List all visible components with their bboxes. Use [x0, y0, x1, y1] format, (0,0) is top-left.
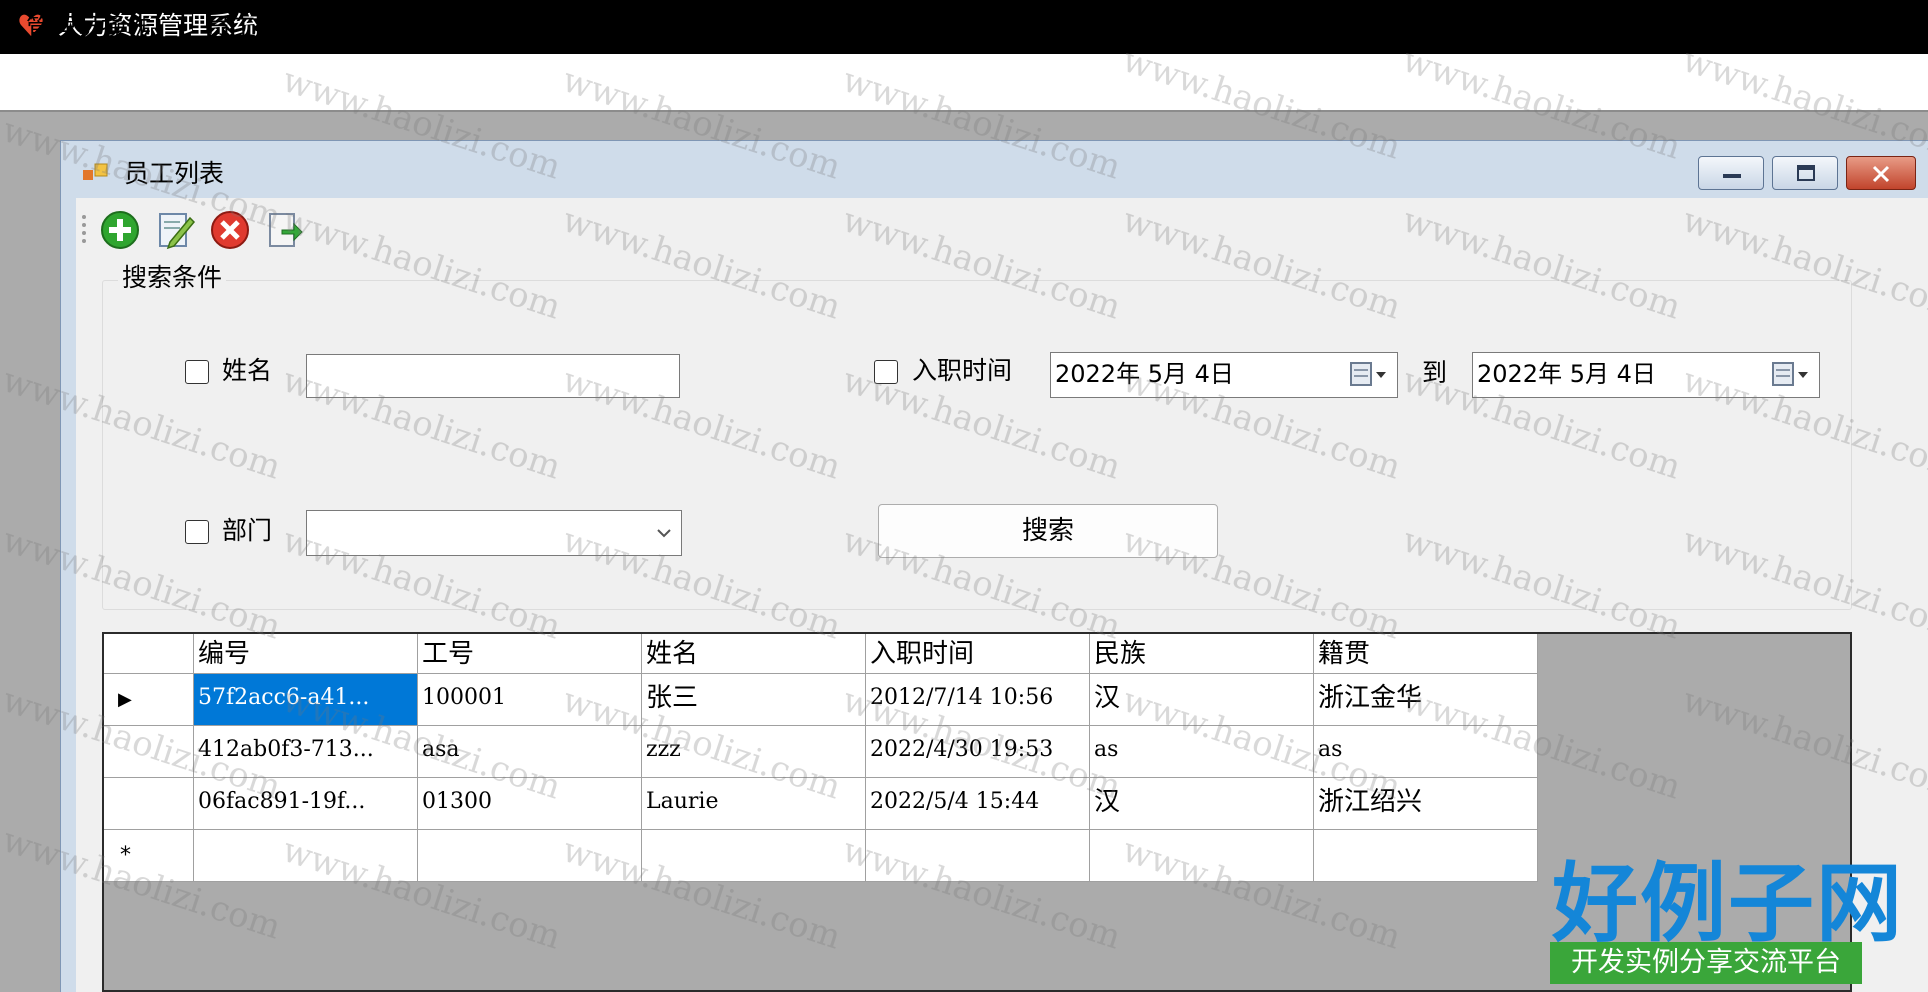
column-header-id[interactable]: 编号	[194, 634, 418, 674]
grid-cell-new[interactable]	[194, 830, 418, 882]
grid-cell-name[interactable]: 张三	[642, 674, 866, 726]
grid-cell-hometown[interactable]: 浙江金华	[1314, 674, 1538, 726]
grid-cell-hire-date[interactable]: 2022/5/4 15:44	[866, 778, 1090, 830]
grid-cell-ethnicity[interactable]: 汉	[1090, 778, 1314, 830]
menu-payroll[interactable]: 工资单管理	[358, 0, 483, 56]
menu-admin-ops[interactable]: 管理员操作	[26, 0, 151, 56]
row-header[interactable]	[104, 726, 194, 778]
watermark-logo-subtitle: 开发实例分享交流平台	[1550, 942, 1862, 984]
date-from-picker[interactable]: 2022年 5月 4日	[1050, 352, 1398, 398]
menu-employee-list[interactable]: 员工列表	[206, 0, 306, 56]
grid-cell-new[interactable]	[1090, 830, 1314, 882]
column-header-work-no[interactable]: 工号	[418, 634, 642, 674]
menu-bar	[0, 54, 1928, 110]
name-checkbox[interactable]	[185, 360, 209, 384]
add-icon[interactable]	[100, 210, 140, 250]
grid-cell-work-no[interactable]: 100001	[418, 674, 642, 726]
dept-combobox[interactable]	[306, 510, 682, 556]
search-group-box	[102, 280, 1852, 610]
row-header-current[interactable]: ▶	[104, 674, 194, 726]
dept-checkbox[interactable]	[185, 520, 209, 544]
column-header-hometown[interactable]: 籍贯	[1314, 634, 1538, 674]
edit-icon[interactable]	[156, 210, 196, 250]
name-input[interactable]	[306, 354, 680, 398]
close-button[interactable]	[1846, 156, 1916, 190]
export-icon[interactable]	[264, 210, 304, 250]
menu-mine[interactable]: 我的	[536, 0, 586, 56]
name-label: 姓名	[222, 356, 273, 385]
minimize-icon	[1723, 174, 1741, 178]
grid-cell-work-no[interactable]: asa	[418, 726, 642, 778]
watermark-logo: 好例子网	[1552, 853, 1904, 954]
to-label: 到	[1422, 358, 1448, 387]
grid-cell-hire-date[interactable]: 2012/7/14 10:56	[866, 674, 1090, 726]
calendar-dropdown-icon[interactable]	[1771, 360, 1811, 390]
calendar-dropdown-icon[interactable]	[1349, 360, 1389, 390]
chevron-down-icon[interactable]	[649, 512, 679, 554]
grid-cell-hire-date[interactable]: 2022/4/30 19:53	[866, 726, 1090, 778]
search-button[interactable]: 搜索	[878, 504, 1218, 558]
window-title: 员工列表	[124, 159, 225, 188]
grid-cell-new[interactable]	[642, 830, 866, 882]
search-legend: 搜索条件	[118, 262, 227, 294]
grid-cell-work-no[interactable]: 01300	[418, 778, 642, 830]
row-header[interactable]	[104, 778, 194, 830]
grid-cell-name[interactable]: zzz	[642, 726, 866, 778]
grid-cell-ethnicity[interactable]: as	[1090, 726, 1314, 778]
window-icon	[83, 163, 108, 180]
column-header-ethnicity[interactable]: 民族	[1090, 634, 1314, 674]
hire-date-label: 入职时间	[912, 356, 1013, 385]
grid-cell-new[interactable]	[866, 830, 1090, 882]
maximize-button[interactable]	[1772, 156, 1838, 190]
dept-label: 部门	[222, 516, 273, 545]
date-to-value: 2022年 5月 4日	[1477, 360, 1656, 388]
grid-corner-header[interactable]	[104, 634, 194, 674]
grid-cell-new[interactable]	[1314, 830, 1538, 882]
grid-cell-name[interactable]: Laurie	[642, 778, 866, 830]
delete-icon[interactable]	[210, 210, 250, 250]
grid-cell-hometown[interactable]: 浙江绍兴	[1314, 778, 1538, 830]
date-to-picker[interactable]: 2022年 5月 4日	[1472, 352, 1820, 398]
grid-cell-id[interactable]: 57f2acc6-a41...	[194, 674, 418, 726]
close-icon	[1872, 165, 1890, 183]
grid-cell-ethnicity[interactable]: 汉	[1090, 674, 1314, 726]
grid-cell-hometown[interactable]: as	[1314, 726, 1538, 778]
grid-cell-new[interactable]	[418, 830, 642, 882]
column-header-name[interactable]: 姓名	[642, 634, 866, 674]
row-header-new[interactable]: *	[104, 830, 194, 882]
column-header-hire-date[interactable]: 入职时间	[866, 634, 1090, 674]
toolbar-grip-icon	[82, 215, 86, 243]
hire-date-checkbox[interactable]	[874, 360, 898, 384]
date-from-value: 2022年 5月 4日	[1055, 360, 1234, 388]
minimize-button[interactable]	[1698, 156, 1764, 190]
grid-cell-id[interactable]: 412ab0f3-713...	[194, 726, 418, 778]
grid-cell-id[interactable]: 06fac891-19f...	[194, 778, 418, 830]
restore-icon	[1797, 165, 1815, 181]
